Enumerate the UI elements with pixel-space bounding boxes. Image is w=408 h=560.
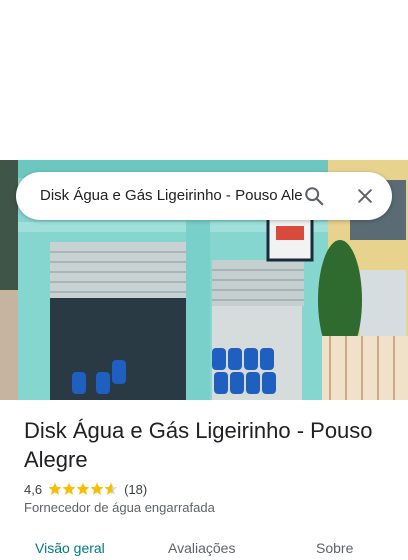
- reviews-count[interactable]: (18): [124, 482, 147, 497]
- tab-reviews[interactable]: Avaliações: [168, 540, 235, 556]
- map-blank-area: [0, 0, 408, 160]
- star-icon: [76, 482, 90, 495]
- search-input[interactable]: Disk Água e Gás Ligeirinho - Pouso Alegr…: [40, 172, 302, 220]
- rating-value: 4,6: [24, 481, 43, 497]
- close-button[interactable]: [349, 180, 381, 212]
- star-icon: [90, 482, 104, 495]
- search-button[interactable]: [298, 180, 330, 212]
- place-category: Fornecedor de água engarrafada: [24, 500, 215, 515]
- rating-stars: [48, 482, 118, 496]
- close-icon: [358, 189, 372, 203]
- star-icon: [62, 482, 76, 495]
- star-icon: [48, 482, 62, 495]
- tab-overview[interactable]: Visão geral: [35, 540, 105, 556]
- star-icon: [104, 482, 118, 495]
- rating-row[interactable]: 4,6 (18): [24, 480, 147, 498]
- tab-bar: Visão geral Avaliações Sobre: [0, 536, 408, 560]
- search-bar[interactable]: Disk Água e Gás Ligeirinho - Pouso Alegr…: [16, 172, 392, 220]
- search-icon: [305, 187, 324, 206]
- place-title: Disk Água e Gás Ligeirinho - Pouso Alegr…: [24, 418, 373, 472]
- tab-about[interactable]: Sobre: [316, 540, 353, 556]
